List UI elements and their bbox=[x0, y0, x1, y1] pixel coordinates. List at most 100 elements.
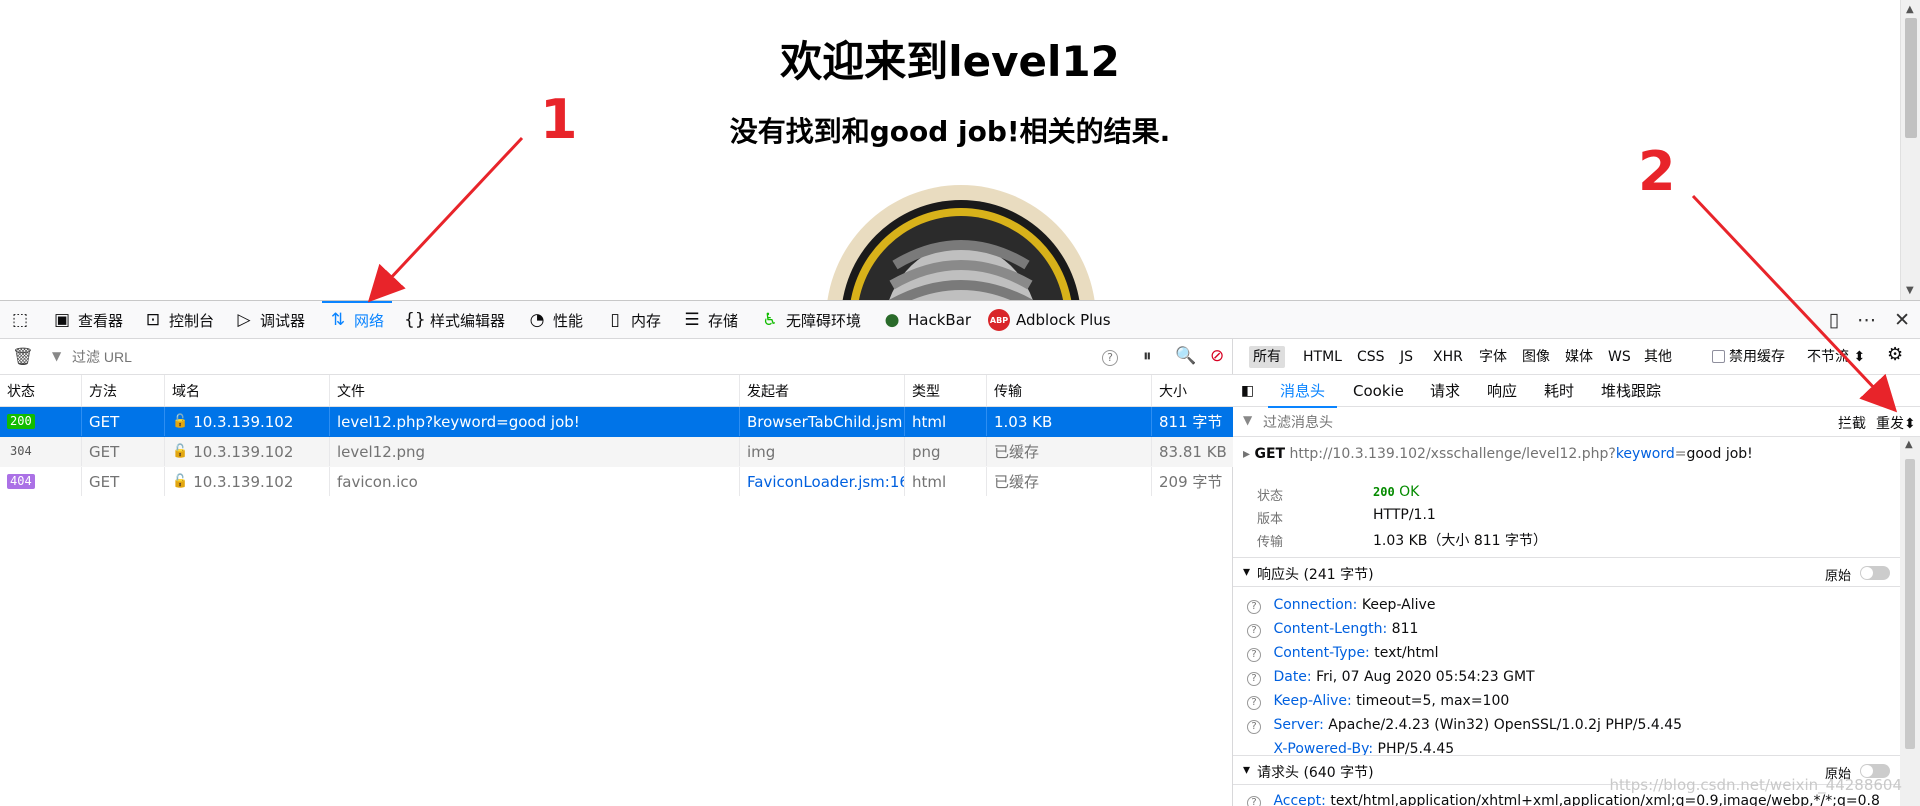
details-scrollbar[interactable]: ▲ bbox=[1900, 437, 1920, 806]
filter-icon: ▼ bbox=[1243, 413, 1253, 427]
block-button[interactable]: 拦截 bbox=[1838, 413, 1866, 433]
element-picker-button[interactable]: ⬚ bbox=[10, 301, 30, 339]
row-transferred: 1.03 KB bbox=[987, 407, 1152, 436]
row-initiator: img bbox=[740, 437, 905, 466]
hackbar-icon: ● bbox=[884, 309, 900, 330]
dock-toggle-icon[interactable]: ▯ bbox=[1829, 309, 1839, 331]
style-editor-icon: {} bbox=[404, 309, 426, 330]
raw-toggle[interactable] bbox=[1860, 566, 1890, 580]
row-domain: 10.3.139.102 bbox=[193, 442, 294, 461]
insecure-lock-icon: 🔓 bbox=[172, 444, 189, 459]
tab-label: 性能 bbox=[553, 311, 584, 330]
table-row[interactable]: 404 GET 🔓 10.3.139.102 favicon.ico Favico… bbox=[0, 467, 1233, 497]
tab-stack-trace[interactable]: 堆栈跟踪 bbox=[1601, 375, 1661, 407]
request-url-base: http://10.3.139.102/xsschallenge/level12… bbox=[1289, 446, 1609, 462]
tab-cookies[interactable]: Cookie bbox=[1353, 375, 1404, 407]
row-type: html bbox=[905, 407, 987, 436]
help-icon[interactable]: ? bbox=[1247, 600, 1261, 614]
summary-version: HTTP/1.1 bbox=[1373, 507, 1436, 523]
header-row: ? Keep-Alive: timeout=5, max=100 bbox=[1247, 693, 1509, 710]
response-headers-title: 响应头 (241 字节) bbox=[1257, 567, 1374, 583]
search-icon[interactable]: 🔍 bbox=[1175, 346, 1196, 366]
request-url-eq: = bbox=[1674, 446, 1687, 462]
help-icon[interactable]: ? bbox=[1247, 720, 1261, 734]
scrollbar-thumb[interactable] bbox=[1905, 18, 1917, 138]
scrollbar-thumb[interactable] bbox=[1905, 459, 1915, 749]
column-initiator[interactable]: 发起者 bbox=[740, 375, 905, 406]
row-method: GET bbox=[82, 437, 165, 466]
request-method: GET bbox=[1254, 446, 1286, 462]
request-url-value: good job! bbox=[1686, 446, 1753, 462]
element-picker-icon: ⬚ bbox=[11, 309, 29, 330]
toggle-sidebar-icon[interactable]: ◧ bbox=[1241, 375, 1254, 407]
header-row: ? Date: Fri, 07 Aug 2020 05:54:23 GMT bbox=[1247, 669, 1535, 686]
page-subheading: 没有找到和good job!相关的结果. bbox=[729, 115, 1171, 148]
help-icon[interactable]: ? bbox=[1247, 696, 1261, 710]
block-requests-icon[interactable]: ⊘ bbox=[1210, 346, 1224, 366]
column-status[interactable]: 状态 bbox=[0, 375, 82, 406]
column-domain[interactable]: 域名 bbox=[165, 375, 330, 406]
request-details-pane: ◧ 消息头 Cookie 请求 响应 耗时 堆栈跟踪 ▼ 拦截 重发⬍ ▸ GE… bbox=[1233, 339, 1920, 806]
row-initiator[interactable]: FaviconLoader.jsm:16... bbox=[740, 467, 905, 496]
tab-label: 控制台 bbox=[169, 311, 215, 330]
tab-label: 样式编辑器 bbox=[430, 311, 506, 330]
tab-timings[interactable]: 耗时 bbox=[1544, 375, 1574, 407]
help-icon[interactable]: ? bbox=[1247, 672, 1261, 686]
status-badge: 304 bbox=[10, 444, 32, 458]
summary-transferred: 1.03 KB（大小 811 字节） bbox=[1373, 533, 1548, 549]
tab-adblock-plus[interactable]: ABP Adblock Plus bbox=[988, 301, 1111, 339]
tab-request[interactable]: 请求 bbox=[1430, 375, 1460, 407]
table-row[interactable]: 200 GET 🔓 10.3.139.102 level12.php?keywor… bbox=[0, 407, 1233, 437]
column-type[interactable]: 类型 bbox=[905, 375, 987, 406]
request-url-q: ? bbox=[1608, 446, 1616, 462]
tab-style-editor[interactable]: {} 样式编辑器 bbox=[404, 301, 505, 339]
table-row[interactable]: 304 GET 🔓 10.3.139.102 level12.png img pn… bbox=[0, 437, 1233, 467]
column-size[interactable]: 大小 bbox=[1152, 375, 1233, 406]
tab-storage[interactable]: ☰ 存储 bbox=[682, 301, 738, 339]
tab-label: 网络 bbox=[354, 311, 385, 330]
performance-icon: ◔ bbox=[529, 309, 545, 330]
tab-accessibility[interactable]: ♿ 无障碍环境 bbox=[760, 301, 861, 339]
close-icon[interactable]: ✕ bbox=[1894, 309, 1910, 331]
tab-label: Adblock Plus bbox=[1016, 311, 1111, 329]
scroll-up-icon[interactable]: ▲ bbox=[1905, 439, 1913, 450]
row-initiator[interactable]: BrowserTabChild.jsm:... bbox=[740, 407, 905, 436]
tab-response[interactable]: 响应 bbox=[1487, 375, 1517, 407]
header-row: ? Server: Apache/2.4.23 (Win32) OpenSSL/… bbox=[1247, 717, 1682, 734]
scroll-down-icon[interactable]: ▼ bbox=[1906, 285, 1914, 296]
request-line[interactable]: ▸ GET http://10.3.139.102/xsschallenge/l… bbox=[1243, 446, 1753, 462]
help-icon[interactable]: ? bbox=[1247, 648, 1261, 662]
summary-status: 200 OK bbox=[1373, 484, 1419, 500]
tab-inspector[interactable]: ▣ 查看器 bbox=[52, 301, 123, 339]
tab-performance[interactable]: ◔ 性能 bbox=[527, 301, 583, 339]
tab-memory[interactable]: ▯ 内存 bbox=[605, 301, 661, 339]
response-headers-section[interactable]: ▾ 响应头 (241 字节) 原始 bbox=[1233, 557, 1900, 587]
tab-label: HackBar bbox=[908, 311, 972, 329]
row-size: 811 字节 bbox=[1159, 413, 1223, 431]
filter-headers-input[interactable] bbox=[1263, 411, 1763, 433]
help-icon[interactable]: ? bbox=[1247, 624, 1261, 638]
column-file[interactable]: 文件 bbox=[330, 375, 740, 406]
tab-headers[interactable]: 消息头 bbox=[1267, 375, 1338, 408]
trash-icon[interactable]: 🗑 bbox=[12, 347, 34, 367]
tab-debugger[interactable]: ▷ 调试器 bbox=[234, 301, 305, 339]
help-icon[interactable]: ? bbox=[1102, 346, 1118, 366]
tab-network[interactable]: ⇅ 网络 bbox=[322, 301, 393, 339]
request-list-pane: 🗑 ▼ ? ⏸ 🔍 ⊘ 状态 方法 域名 文件 发起者 类型 传输 大小 bbox=[0, 339, 1233, 806]
column-transferred[interactable]: 传输 bbox=[987, 375, 1152, 406]
tab-label: 存储 bbox=[708, 311, 739, 330]
row-type: html bbox=[905, 467, 987, 496]
filter-url-input[interactable] bbox=[50, 344, 1090, 370]
tab-label: 无障碍环境 bbox=[786, 311, 862, 330]
page-scrollbar[interactable]: ▲ ▼ bbox=[1900, 0, 1920, 300]
more-options-icon[interactable]: ⋯ bbox=[1857, 309, 1876, 331]
scroll-up-icon[interactable]: ▲ bbox=[1906, 4, 1914, 15]
help-icon[interactable]: ? bbox=[1247, 796, 1261, 806]
column-method[interactable]: 方法 bbox=[82, 375, 165, 406]
tab-console[interactable]: ⊡ 控制台 bbox=[143, 301, 214, 339]
resend-button[interactable]: 重发⬍ bbox=[1876, 413, 1916, 433]
watermark: https://blog.csdn.net/weixin_44288604 bbox=[1609, 776, 1902, 794]
pause-icon[interactable]: ⏸ bbox=[1143, 346, 1152, 366]
insecure-lock-icon: 🔓 bbox=[172, 414, 189, 429]
tab-hackbar[interactable]: ● HackBar bbox=[882, 301, 971, 339]
